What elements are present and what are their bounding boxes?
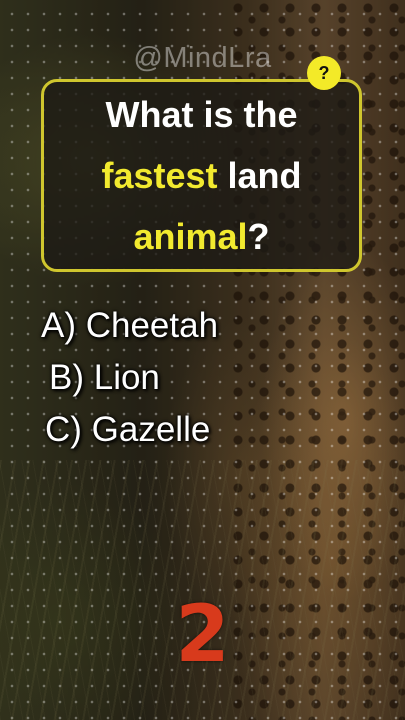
watermark: @MindLra bbox=[133, 42, 272, 74]
option-a[interactable]: A) Cheetah bbox=[41, 306, 218, 346]
option-b[interactable]: B) Lion bbox=[49, 358, 160, 398]
question-box: What is the fastest land animal? bbox=[41, 79, 362, 272]
question-line-1: What is the bbox=[105, 94, 298, 135]
question-mark-icon: ? bbox=[307, 56, 341, 90]
question-highlight-animal: animal bbox=[133, 216, 248, 257]
question-mark-text: ? bbox=[247, 216, 270, 257]
question-text: What is the fastest land animal? bbox=[101, 84, 301, 267]
option-c[interactable]: C) Gazelle bbox=[45, 410, 210, 450]
question-word-land: land bbox=[217, 155, 302, 196]
question-highlight-fastest: fastest bbox=[101, 155, 218, 196]
countdown-timer: 2 bbox=[175, 590, 230, 680]
